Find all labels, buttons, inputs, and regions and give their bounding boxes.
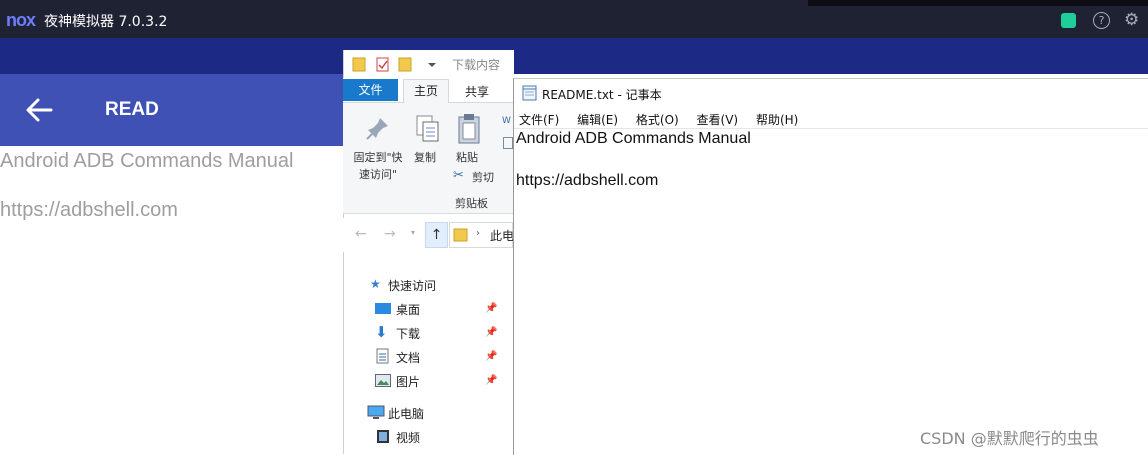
paste-icon bbox=[458, 114, 480, 144]
breadcrumb[interactable]: 此电 bbox=[490, 227, 514, 244]
cut-button[interactable]: 剪切 bbox=[472, 169, 494, 185]
folder-icon bbox=[453, 228, 468, 242]
recent-locations-icon[interactable]: ▾ bbox=[411, 228, 415, 237]
menu-help[interactable]: 帮助(H) bbox=[756, 113, 798, 127]
nav-item-downloads[interactable]: 下载 bbox=[396, 325, 420, 342]
desktop-icon bbox=[375, 303, 391, 314]
nav-item-desktop[interactable]: 桌面 bbox=[396, 301, 420, 318]
computer-icon bbox=[367, 405, 385, 419]
forward-icon[interactable]: → bbox=[384, 226, 396, 242]
nav-item-documents[interactable]: 文档 bbox=[396, 349, 420, 366]
paste-button[interactable]: 粘贴 bbox=[456, 149, 478, 165]
notepad-menu-bar: 文件(F) 编辑(E) 格式(O) 查看(V) 帮助(H) bbox=[519, 111, 812, 128]
background-window-strip bbox=[808, 0, 1148, 6]
pinned-icon: 📌 bbox=[485, 375, 498, 386]
up-icon[interactable]: ↑ bbox=[425, 222, 448, 248]
notepad-text-line[interactable]: Android ADB Commands Manual bbox=[516, 130, 751, 148]
notepad-text-line[interactable]: https://adbshell.com bbox=[516, 172, 658, 190]
notepad-title: README.txt - 记事本 bbox=[542, 88, 662, 102]
back-icon[interactable]: ← bbox=[355, 226, 367, 242]
back-arrow-icon[interactable] bbox=[24, 96, 54, 124]
nav-item-quick-access[interactable]: 快速访问 bbox=[388, 277, 436, 294]
tab-file[interactable]: 文件 bbox=[343, 79, 398, 101]
watermark: CSDN @默默爬行的虫虫 bbox=[920, 429, 1099, 448]
settings-icon[interactable]: ⚙ bbox=[1124, 10, 1139, 30]
menu-file[interactable]: 文件(F) bbox=[519, 113, 559, 127]
pinned-icon: 📌 bbox=[485, 303, 498, 314]
pin-to-quick-access-button[interactable]: 固定到"快速访问" bbox=[350, 149, 406, 183]
nav-item-pictures[interactable]: 图片 bbox=[396, 373, 420, 390]
ribbon-overflow-icon: W bbox=[502, 116, 511, 126]
tab-home[interactable]: 主页 bbox=[403, 79, 449, 103]
tab-share[interactable]: 共享 bbox=[465, 83, 489, 100]
ribbon-overflow-icon bbox=[503, 137, 513, 149]
notepad-separator bbox=[514, 128, 1148, 129]
scissors-icon: ✂ bbox=[453, 168, 464, 183]
nox-tray-icon[interactable] bbox=[1061, 13, 1076, 28]
app-content-line: Android ADB Commands Manual bbox=[0, 150, 294, 172]
app-content-line: https://adbshell.com bbox=[0, 199, 178, 221]
menu-format[interactable]: 格式(O) bbox=[636, 113, 679, 127]
pinned-icon: 📌 bbox=[485, 327, 498, 338]
quick-access-toolbar[interactable] bbox=[352, 55, 442, 73]
copy-icon bbox=[416, 115, 439, 142]
nav-item-this-pc[interactable]: 此电脑 bbox=[388, 405, 424, 422]
nav-item-videos[interactable]: 视频 bbox=[396, 429, 420, 446]
picture-icon bbox=[375, 374, 391, 387]
explorer-title: 下载内容 bbox=[452, 58, 501, 72]
copy-button[interactable]: 复制 bbox=[414, 149, 436, 165]
notepad-icon bbox=[522, 85, 537, 101]
breadcrumb-chevron-icon: › bbox=[476, 228, 480, 239]
menu-edit[interactable]: 编辑(E) bbox=[577, 113, 618, 127]
document-icon bbox=[376, 348, 389, 364]
menu-view[interactable]: 查看(V) bbox=[697, 113, 739, 127]
app-title: READ bbox=[105, 99, 159, 120]
nox-logo: nox bbox=[6, 10, 36, 30]
video-icon bbox=[377, 430, 389, 443]
android-status-strip bbox=[0, 38, 1148, 74]
help-icon[interactable]: ? bbox=[1093, 12, 1110, 29]
clipboard-group-label: 剪贴板 bbox=[455, 197, 488, 210]
star-icon: ★ bbox=[370, 277, 381, 291]
pinned-icon: 📌 bbox=[485, 351, 498, 362]
download-icon: ⬇ bbox=[375, 323, 388, 341]
pin-icon bbox=[366, 118, 388, 140]
nox-window-title: 夜神模拟器 7.0.3.2 bbox=[44, 14, 168, 30]
